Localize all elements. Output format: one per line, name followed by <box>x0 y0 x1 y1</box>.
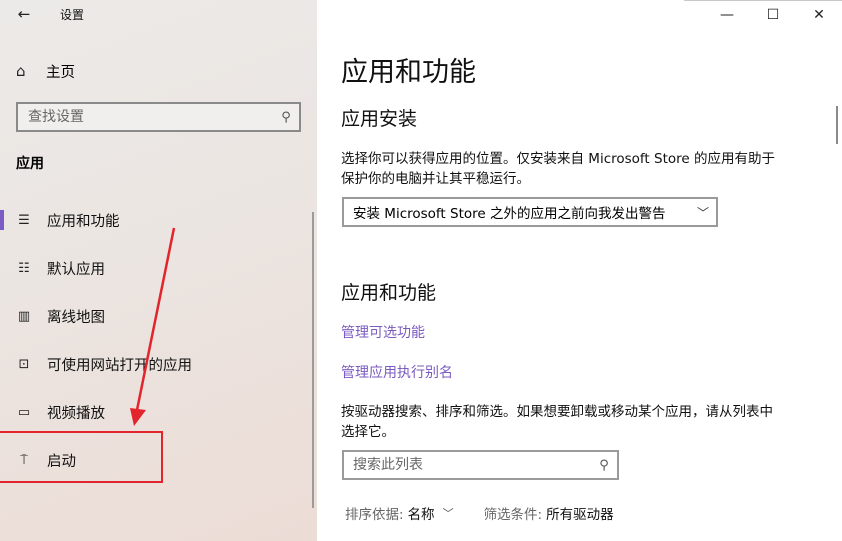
filter-description: 按驱动器搜索、排序和筛选。如果想要卸载或移动某个应用，请从列表中选择它。 <box>341 404 773 440</box>
sidebar-item-label: 应用和功能 <box>47 213 120 230</box>
app-list-search-box[interactable]: ⚲ <box>342 450 619 480</box>
sidebar-item-offline-maps[interactable]: ▥ 离线地图 <box>0 292 317 340</box>
sidebar-scrollbar[interactable] <box>312 212 314 508</box>
website-apps-icon: ⊡ <box>18 356 30 372</box>
app-title: 设置 <box>60 8 85 22</box>
selection-indicator <box>0 210 4 230</box>
manage-app-aliases-link[interactable]: 管理应用执行别名 <box>341 362 453 382</box>
settings-search-box[interactable]: ⚲ <box>16 102 301 132</box>
maximize-button[interactable]: ☐ <box>750 0 796 30</box>
sidebar-item-website-apps[interactable]: ⊡ 可使用网站打开的应用 <box>0 340 317 388</box>
sort-filter-row: 排序依据: 名称 ﹀ 筛选条件: 所有驱动器 <box>345 503 614 523</box>
back-arrow-icon[interactable]: ← <box>14 4 34 24</box>
minimize-button[interactable]: — <box>704 0 750 30</box>
video-playback-icon: ▭ <box>17 404 31 420</box>
install-source-dropdown[interactable]: 安装 Microsoft Store 之外的应用之前向我发出警告 ﹀ <box>342 197 718 227</box>
apps-features-heading: 应用和功能 <box>341 282 437 304</box>
home-label: 主页 <box>46 64 75 81</box>
install-source-value: 安装 Microsoft Store 之外的应用之前向我发出警告 <box>353 206 666 222</box>
chevron-down-icon: ﹀ <box>696 205 709 220</box>
annotation-highlight-box <box>0 431 163 483</box>
sidebar-section-title: 应用 <box>16 156 44 172</box>
offline-map-icon: ▥ <box>17 308 31 324</box>
apps-list-icon: ☰ <box>18 212 30 228</box>
settings-search-input[interactable] <box>18 104 273 130</box>
page-title: 应用和功能 <box>341 57 476 88</box>
search-icon[interactable]: ⚲ <box>273 110 299 125</box>
search-icon[interactable]: ⚲ <box>591 458 617 473</box>
manage-optional-features-link[interactable]: 管理可选功能 <box>341 322 425 342</box>
install-heading: 应用安装 <box>341 108 418 130</box>
title-bar: ← 设置 <box>0 0 317 30</box>
chevron-down-icon[interactable]: ﹀ <box>443 505 454 521</box>
sidebar-item-label: 离线地图 <box>47 309 105 326</box>
app-list-search-input[interactable] <box>344 452 591 478</box>
sidebar-item-default-apps[interactable]: ☷ 默认应用 <box>0 244 317 292</box>
sidebar-item-label: 视频播放 <box>47 405 105 422</box>
sidebar-item-apps-features[interactable]: ☰ 应用和功能 <box>0 196 317 244</box>
main-scrollbar[interactable] <box>836 106 838 144</box>
sidebar-item-home[interactable]: ⌂ 主页 <box>0 54 317 88</box>
sidebar-item-video-playback[interactable]: ▭ 视频播放 <box>0 388 317 436</box>
install-description: 选择你可以获得应用的位置。仅安装来自 Microsoft Store 的应用有助… <box>341 151 775 187</box>
sidebar-item-label: 可使用网站打开的应用 <box>47 357 192 374</box>
home-icon: ⌂ <box>16 62 26 80</box>
window-controls: — ☐ ✕ <box>704 0 842 30</box>
close-button[interactable]: ✕ <box>796 0 842 30</box>
filter-label: 筛选条件: <box>483 507 543 523</box>
sort-dropdown[interactable]: 名称 <box>408 503 435 523</box>
filter-dropdown[interactable]: 所有驱动器 <box>546 503 614 523</box>
main-content: 应用和功能 应用安装 选择你可以获得应用的位置。仅安装来自 Microsoft … <box>317 0 842 541</box>
sidebar-item-label: 默认应用 <box>47 261 105 278</box>
sort-label: 排序依据: <box>345 507 404 523</box>
default-apps-icon: ☷ <box>18 260 30 276</box>
